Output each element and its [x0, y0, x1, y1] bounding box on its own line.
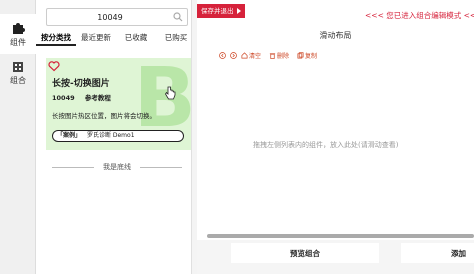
tab-by-category[interactable]: 按分类找: [36, 32, 76, 46]
component-panel: 按分类找 最近更新 已收藏 已购买 B 长按-切换图片 10049 参考教程 长…: [36, 0, 222, 274]
scroll-left-icon[interactable]: [219, 51, 226, 59]
rail-item-combos[interactable]: 组合: [0, 52, 36, 92]
case-chip[interactable]: 「案例」 罗氏诊断 Demo1: [52, 130, 184, 142]
rail-item-label: 组件: [10, 37, 26, 47]
delete-button[interactable]: 删除: [269, 51, 289, 60]
scroll-right-icon[interactable]: [230, 51, 237, 59]
tab-favorites[interactable]: 已收藏: [116, 32, 156, 46]
save-exit-button[interactable]: 保存并退出: [197, 4, 245, 18]
rail-item-components[interactable]: 组件: [0, 14, 36, 54]
case-tag: 「案例」: [57, 132, 82, 139]
search-input[interactable]: [51, 10, 169, 24]
editor-canvas: 保存并退出 <<< 您已进入组合编辑模式 <<< 滑动布局 清空 删除 复制 拖…: [197, 0, 474, 274]
category-tabs: 按分类找 最近更新 已收藏 已购买: [36, 32, 196, 46]
puzzle-icon: [13, 22, 25, 34]
tutorial-link[interactable]: 参考教程: [85, 94, 111, 102]
layout-toolbar: 清空 删除 复制: [219, 50, 325, 60]
card-id: 10049: [52, 94, 75, 102]
layout-title: 滑动布局: [319, 31, 352, 40]
tab-recent[interactable]: 最近更新: [76, 32, 116, 46]
clear-label: 清空: [249, 52, 262, 60]
building-icon: [13, 61, 23, 72]
save-exit-label: 保存并退出: [201, 7, 234, 15]
heart-icon[interactable]: [48, 60, 60, 72]
drop-hint: 拖拽左侧列表内的组件，放入此处(请滑动查看): [253, 141, 399, 149]
left-rail: 组件 组合: [0, 0, 36, 274]
drop-zone[interactable]: 拖拽左侧列表内的组件，放入此处(请滑动查看): [197, 64, 474, 230]
add-button[interactable]: 添加: [401, 243, 474, 263]
tab-purchased[interactable]: 已购买: [156, 32, 196, 46]
card-meta: 10049 参考教程: [52, 92, 119, 102]
rail-item-label: 组合: [10, 75, 26, 85]
end-of-list: 我是底线: [46, 162, 188, 172]
clear-button[interactable]: 清空: [241, 51, 261, 60]
play-icon: [237, 8, 241, 14]
trash-icon: [269, 52, 276, 59]
copy-label: 复制: [305, 52, 318, 60]
home-icon: [241, 51, 248, 58]
hand-cursor-icon: [165, 86, 176, 100]
card-description: 长按图片热区位置，图片将会切换。: [52, 112, 156, 120]
action-footer: 预览组合 添加: [197, 240, 474, 274]
search-box: [46, 8, 188, 26]
copy-button[interactable]: 复制: [297, 51, 317, 60]
delete-label: 删除: [277, 52, 290, 60]
search-icon[interactable]: [173, 12, 183, 22]
copy-icon: [297, 51, 304, 58]
case-name: 罗氏诊断: [86, 132, 111, 139]
preview-combo-button[interactable]: 预览组合: [231, 243, 379, 263]
app-root: 组件 组合 按分类找 最近更新 已收藏 已购买 B 长按-切换图片 10049 …: [0, 0, 474, 274]
edit-mode-notice: <<< 您已进入组合编辑模式 <<<: [365, 11, 474, 20]
case-demo: Demo1: [112, 132, 135, 139]
horizontal-scrollbar[interactable]: [207, 234, 474, 238]
card-title: 长按-切换图片: [52, 79, 110, 89]
